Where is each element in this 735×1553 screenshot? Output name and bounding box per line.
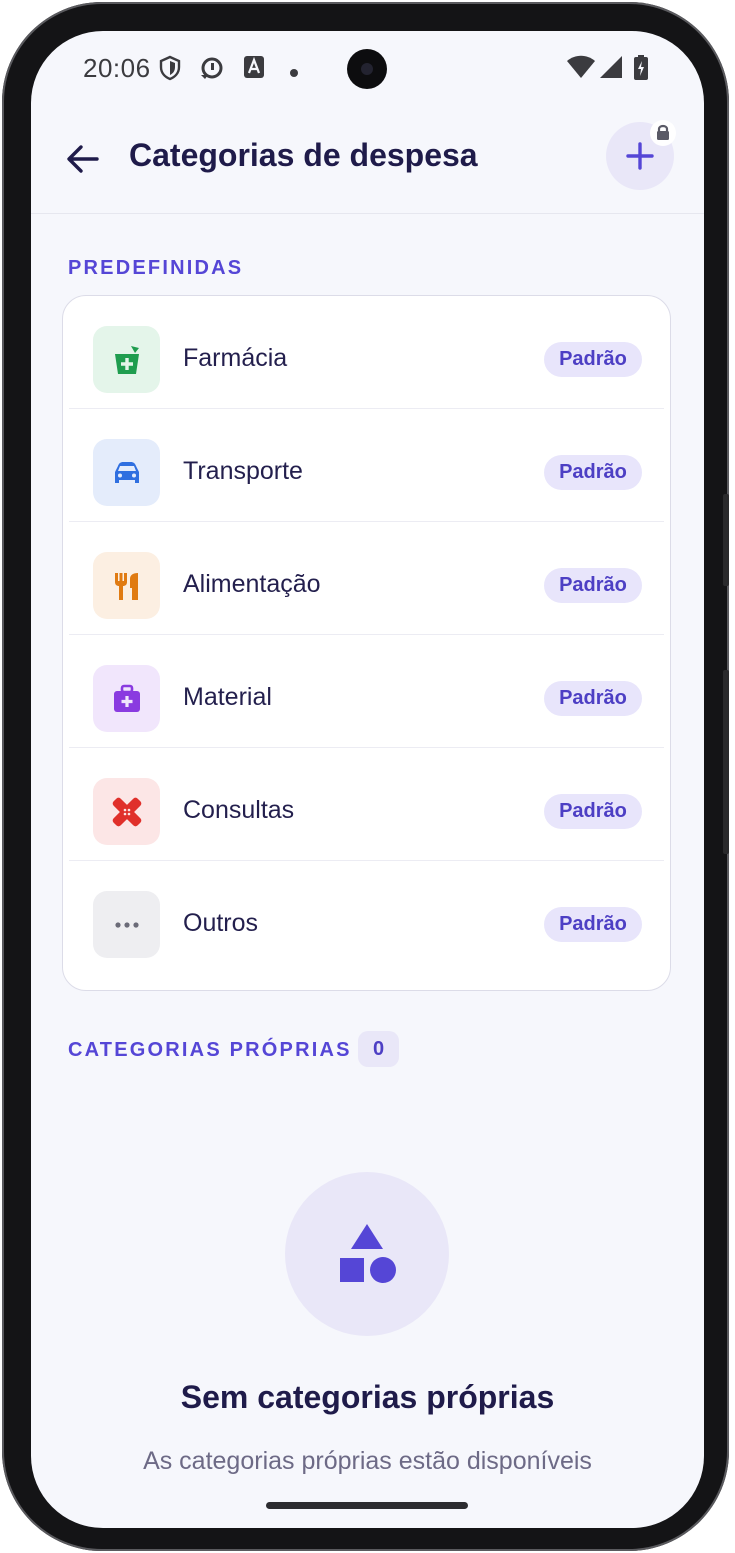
own-categories-count: 0 (358, 1031, 399, 1067)
default-badge: Padrão (544, 681, 642, 716)
volume-button (723, 494, 729, 586)
notification-dot-icon (289, 65, 299, 83)
app-bar: Categorias de despesa (31, 107, 704, 214)
lock-icon (657, 124, 669, 140)
category-item-farmacia[interactable]: Farmácia Padrão (63, 296, 670, 409)
category-icon-tile (93, 778, 160, 845)
category-name: Alimentação (183, 570, 321, 598)
bandage-icon (112, 797, 142, 827)
utensils-icon (115, 573, 138, 600)
section-label-own: CATEGORIAS PRÓPRIAS (68, 1039, 352, 1061)
section-label-predefined: PREDEFINIDAS (68, 257, 244, 279)
empty-state-description: As categorias próprias estão disponíveis (143, 1447, 592, 1475)
category-icon-tile (93, 552, 160, 619)
empty-state-title: Sem categorias próprias (180, 1379, 555, 1415)
vpn-shield-icon (159, 55, 181, 86)
category-item-transporte[interactable]: Transporte Padrão (63, 409, 670, 522)
screen: 20:06 Categorias de despesa PREDEFINIDAS… (31, 31, 704, 1528)
empty-state-illustration (285, 1172, 449, 1336)
category-icon-tile (93, 439, 160, 506)
lock-badge (650, 120, 676, 146)
category-name: Outros (183, 909, 259, 937)
category-name: Consultas (183, 796, 295, 824)
car-icon (115, 462, 139, 483)
more-icon (115, 922, 139, 928)
medical-kit-icon (114, 684, 140, 712)
default-badge: Padrão (544, 568, 642, 603)
category-name: Transporte (183, 457, 303, 485)
category-icon-tile (93, 665, 160, 732)
category-name: Material (183, 683, 272, 711)
default-badge: Padrão (544, 794, 642, 829)
shapes-icon (340, 1224, 396, 1283)
category-icon-tile (93, 326, 160, 393)
signal-icon (599, 55, 623, 84)
arrow-left-icon (67, 145, 99, 173)
front-camera (347, 49, 387, 89)
category-name: Farmácia (183, 344, 288, 372)
battery-charging-icon (633, 55, 649, 86)
default-badge: Padrão (544, 342, 642, 377)
text-a-icon (243, 55, 265, 84)
category-item-consultas[interactable]: Consultas Padrão (63, 748, 670, 861)
pharmacy-icon (115, 346, 139, 374)
sync-icon (199, 55, 225, 86)
status-bar: 20:06 (31, 31, 704, 107)
page-title: Categorias de despesa (129, 137, 478, 173)
wifi-icon (566, 55, 596, 84)
phone-frame: 20:06 Categorias de despesa PREDEFINIDAS… (2, 2, 729, 1551)
default-badge: Padrão (544, 907, 642, 942)
back-button[interactable] (61, 137, 105, 181)
status-time: 20:06 (83, 53, 151, 83)
category-item-material[interactable]: Material Padrão (63, 635, 670, 748)
category-item-alimentacao[interactable]: Alimentação Padrão (63, 522, 670, 635)
category-icon-tile (93, 891, 160, 958)
power-button (723, 670, 729, 854)
category-item-outros[interactable]: Outros Padrão (63, 861, 670, 974)
predefined-categories-list: Farmácia Padrão Transporte Padrão Alimen… (62, 295, 671, 991)
default-badge: Padrão (544, 455, 642, 490)
gesture-home-bar[interactable] (266, 1502, 468, 1509)
